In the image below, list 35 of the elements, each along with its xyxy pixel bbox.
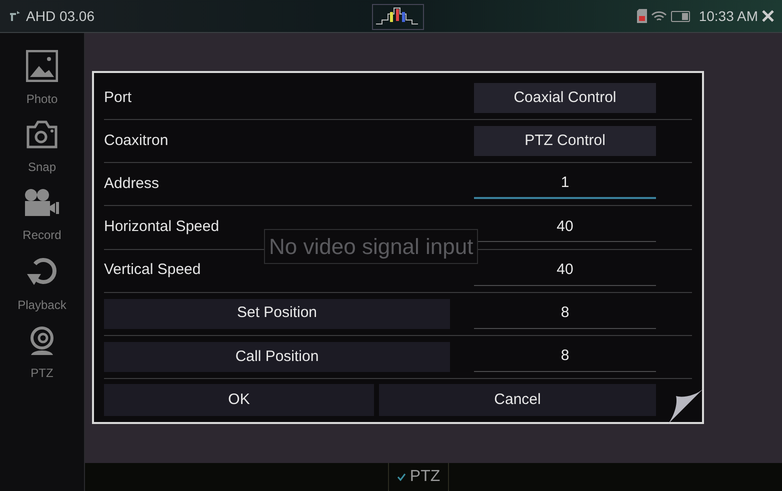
dropdown-field[interactable]: PTZ Control — [474, 126, 656, 156]
signal-graph-icon — [372, 4, 424, 30]
ptz-tab[interactable]: PTZ — [388, 463, 450, 491]
video-status-message: No video signal input — [264, 229, 478, 264]
sidebar-item[interactable]: PTZ — [30, 364, 54, 382]
sd-card-icon — [636, 9, 647, 23]
input-field[interactable]: 8 — [474, 298, 656, 329]
battery-icon — [670, 10, 691, 22]
page-curl-icon — [668, 388, 704, 424]
input-field[interactable]: 40 — [474, 212, 656, 242]
dialog-button[interactable]: OK — [104, 384, 374, 416]
field-label: Port — [104, 88, 132, 108]
input-field[interactable]: 8 — [474, 342, 656, 372]
field-label: Address — [104, 174, 160, 194]
sidebar-item[interactable]: Playback — [18, 296, 66, 314]
check-icon — [396, 473, 406, 481]
photo-icon — [26, 50, 58, 82]
field-label: Vertical Speed — [104, 260, 201, 280]
input-field[interactable]: 40 — [474, 256, 656, 286]
sidebar-item[interactable]: Snap — [28, 158, 56, 176]
sidebar-item[interactable]: Record — [22, 226, 62, 244]
clock-time: 10:33 AM — [698, 6, 758, 26]
video-camera-icon — [23, 188, 61, 218]
dropdown-field[interactable]: Coaxial Control — [474, 83, 656, 114]
wifi-icon — [650, 10, 667, 22]
sidebar-item[interactable]: Photo — [26, 90, 58, 108]
field-label: Coaxitron — [104, 130, 168, 151]
close-icon[interactable] — [762, 10, 774, 22]
input-field[interactable]: 1 — [474, 169, 656, 200]
position-button[interactable]: Call Position — [104, 342, 450, 372]
dialog-button[interactable]: Cancel — [379, 384, 656, 416]
field-label: Horizontal Speed — [104, 217, 220, 238]
channel-title: AHD 03.06 — [26, 6, 94, 26]
position-button[interactable]: Set Position — [104, 298, 450, 329]
camera-icon — [25, 120, 59, 150]
